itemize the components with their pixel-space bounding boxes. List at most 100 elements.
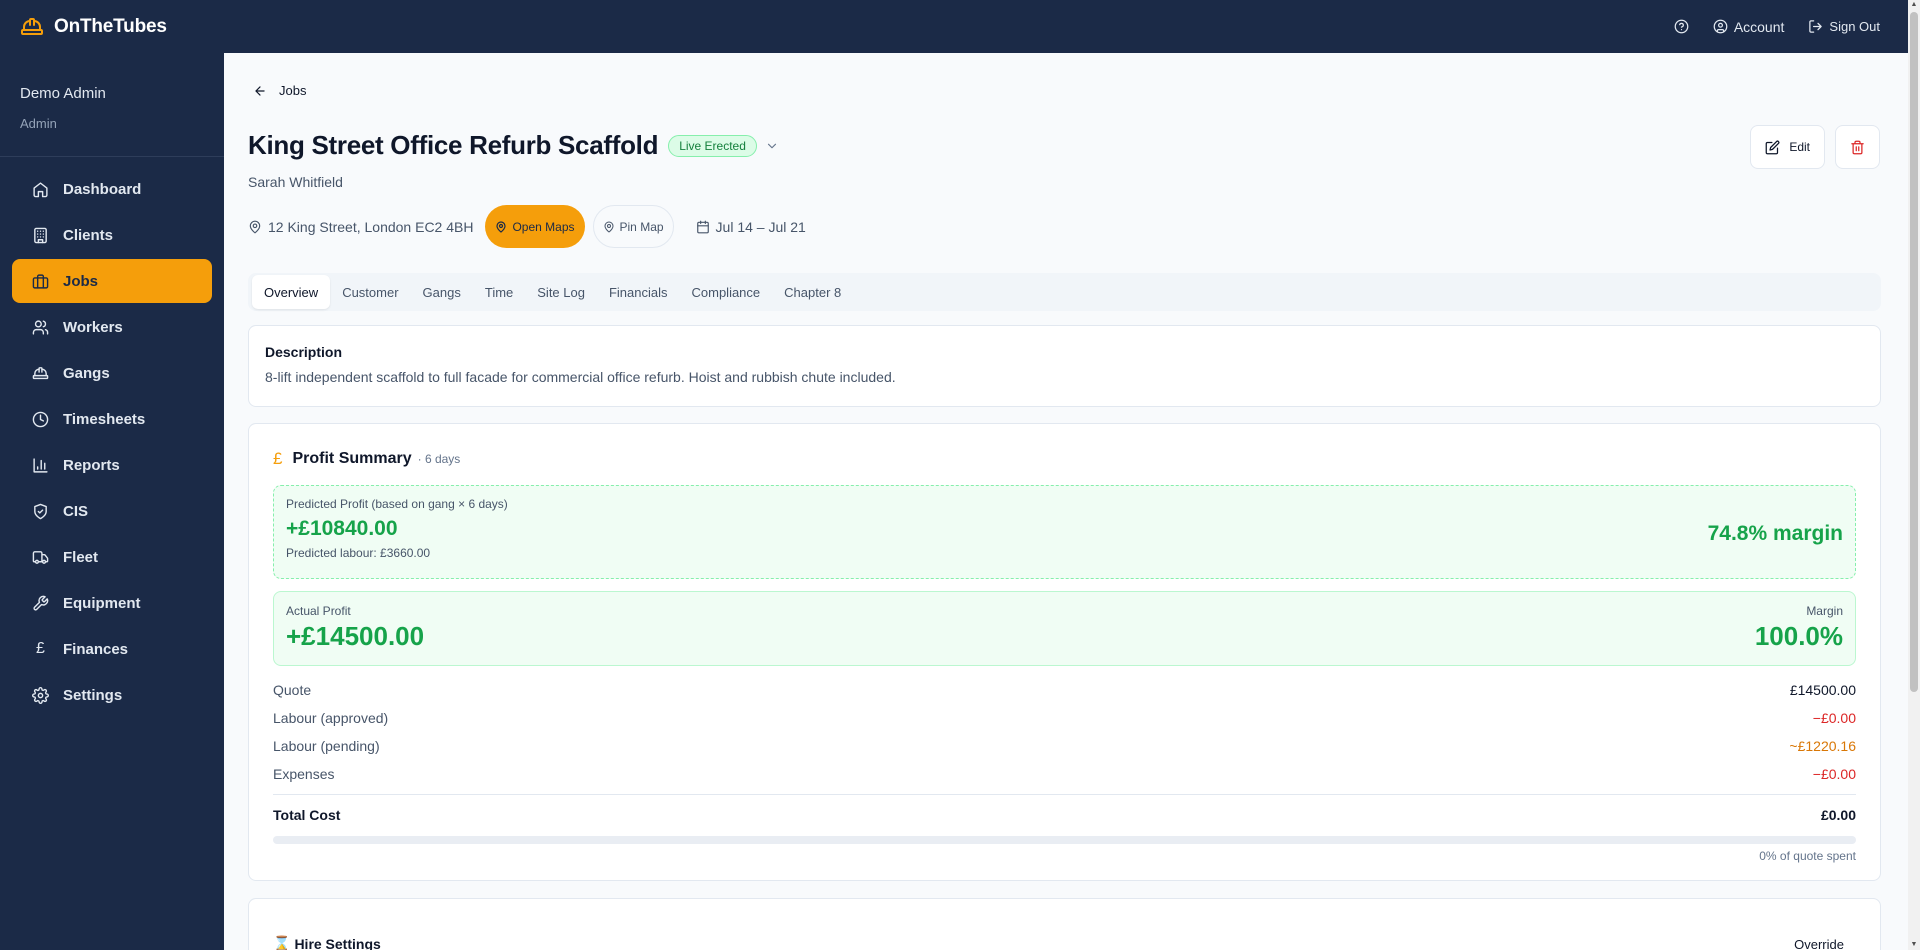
user-circle-icon (1713, 19, 1728, 34)
edit-button[interactable]: Edit (1750, 125, 1825, 169)
sidebar-item-clients[interactable]: Clients (12, 213, 212, 257)
total-cost-value: £0.00 (1820, 806, 1856, 823)
predicted-profit-box: Predicted Profit (based on gang × 6 days… (273, 485, 1856, 579)
sidebar-item-label: Clients (63, 226, 114, 244)
open-maps-button[interactable]: Open Maps (485, 205, 585, 248)
sidebar-item-finances[interactable]: £ Finances (12, 627, 212, 671)
job-contact: Sarah Whitfield (248, 174, 343, 190)
sidebar-item-label: Fleet (63, 548, 99, 566)
user-info: Demo Admin Admin (0, 53, 224, 157)
scroll-thumb[interactable] (1910, 12, 1918, 692)
description-title: Description (265, 344, 343, 360)
sidebar-item-label: Timesheets (63, 410, 146, 428)
tab-financials[interactable]: Financials (597, 273, 680, 311)
page-scrollbar[interactable]: ▲ ▼ (1908, 0, 1920, 950)
predicted-profit-label: Predicted Profit (based on gang × 6 days… (286, 497, 508, 511)
cost-line-quote: Quote £14500.00 (273, 676, 1856, 704)
quote-spent-progress (273, 836, 1856, 844)
sidebar-item-equipment[interactable]: Equipment (12, 581, 212, 625)
map-pin-icon (496, 220, 507, 233)
cost-line-label: Labour (pending) (273, 738, 380, 754)
actual-profit-label: Actual Profit (286, 604, 351, 618)
sidebar-item-settings[interactable]: Settings (12, 673, 212, 717)
tab-overview[interactable]: Overview (252, 275, 331, 309)
sidebar-item-fleet[interactable]: Fleet (12, 535, 212, 579)
tab-chapter-8[interactable]: Chapter 8 (772, 273, 853, 311)
sidebar-nav: Dashboard Clients Jobs Workers Gangs Tim… (0, 157, 224, 729)
job-address: 12 King Street, London EC2 4BH (268, 218, 474, 235)
back-link[interactable]: Jobs (253, 83, 306, 98)
cost-line-expenses: Expenses −£0.00 (273, 760, 1856, 788)
tab-customer[interactable]: Customer (330, 273, 410, 311)
margin-label: Margin (1806, 604, 1843, 618)
hourglass-icon: ⌛ (273, 935, 291, 950)
shield-icon (34, 503, 47, 519)
brand[interactable]: OnTheTubes (0, 0, 224, 53)
total-cost-label: Total Cost (273, 806, 341, 823)
predicted-margin: 74.8% margin (1707, 522, 1843, 545)
sign-out-button[interactable]: Sign Out (1808, 19, 1880, 34)
profit-summary-days: · 6 days (417, 452, 461, 466)
cost-line-value: −£0.00 (1812, 710, 1856, 726)
chevron-down-icon[interactable] (765, 139, 779, 153)
sidebar-item-reports[interactable]: Reports (12, 443, 212, 487)
quote-spent-label: 0% of quote spent (1759, 849, 1856, 863)
scroll-up-arrow-icon[interactable]: ▲ (1910, 1, 1918, 9)
cost-line-value: £14500.00 (1789, 682, 1856, 698)
truck-icon (32, 550, 49, 564)
arrow-left-icon (255, 85, 265, 96)
status-badge[interactable]: Live Erected (668, 134, 757, 157)
sidebar-item-label: Reports (63, 456, 120, 474)
account-button[interactable]: Account (1713, 19, 1784, 35)
hardhat-logo-icon (21, 17, 43, 35)
pound-icon: £ (36, 640, 45, 657)
sidebar-item-label: Workers (63, 318, 123, 336)
sidebar-item-cis[interactable]: CIS (12, 489, 212, 533)
pin-map-button[interactable]: Pin Map (592, 205, 674, 248)
delete-button[interactable] (1835, 125, 1880, 169)
edit-icon (1765, 140, 1780, 154)
scroll-down-arrow-icon[interactable]: ▼ (1910, 941, 1918, 949)
sidebar-item-timesheets[interactable]: Timesheets (12, 397, 212, 441)
cost-line-labour-approved: Labour (approved) −£0.00 (273, 704, 1856, 732)
cost-line-label: Expenses (273, 766, 335, 782)
wrench-icon (33, 595, 49, 611)
sign-out-label: Sign Out (1829, 19, 1880, 34)
bar-chart-icon (33, 457, 48, 473)
description-text: 8-lift independent scaffold to full faca… (265, 369, 896, 385)
users-icon (32, 319, 49, 335)
user-role: Admin (20, 116, 57, 131)
sidebar-item-workers[interactable]: Workers (12, 305, 212, 349)
sidebar: OnTheTubes Demo Admin Admin Dashboard Cl… (0, 0, 224, 950)
sidebar-item-label: Settings (63, 686, 123, 704)
override-button[interactable]: Override (1794, 937, 1844, 950)
sidebar-item-label: Finances (63, 640, 129, 658)
actual-margin: Margin 100.0% (1755, 604, 1843, 652)
open-maps-label: Open Maps (512, 219, 575, 234)
location-row: 12 King Street, London EC2 4BH Open Maps… (248, 205, 806, 248)
building-icon (34, 227, 47, 243)
sidebar-item-gangs[interactable]: Gangs (12, 351, 212, 395)
tab-compliance[interactable]: Compliance (680, 273, 773, 311)
help-button[interactable] (1674, 19, 1689, 34)
sidebar-item-jobs[interactable]: Jobs (12, 259, 212, 303)
hire-settings-title: Hire Settings (294, 935, 381, 950)
profit-summary-header: £ Profit Summary · 6 days (273, 449, 460, 469)
profit-summary-title: Profit Summary (292, 450, 412, 467)
pound-icon: £ (273, 449, 283, 468)
predicted-profit-value: +£10840.00 (286, 517, 398, 540)
pin-map-label: Pin Map (619, 219, 664, 234)
sidebar-item-label: Jobs (63, 272, 99, 290)
job-date-range: Jul 14 – Jul 21 (715, 218, 806, 235)
actual-profit-box: Actual Profit +£14500.00 Margin 100.0% (273, 591, 1856, 666)
help-icon (1674, 19, 1689, 34)
tab-time[interactable]: Time (473, 273, 525, 311)
margin-value: 100.0% (1754, 621, 1843, 651)
actual-profit-value: +£14500.00 (286, 621, 425, 651)
tab-site-log[interactable]: Site Log (525, 273, 597, 311)
cost-line-value: ~£1220.16 (1789, 738, 1856, 754)
sidebar-item-dashboard[interactable]: Dashboard (12, 167, 212, 211)
map-pin-icon (604, 221, 614, 232)
total-cost-row: Total Cost £0.00 (273, 794, 1856, 830)
tab-gangs[interactable]: Gangs (411, 273, 473, 311)
